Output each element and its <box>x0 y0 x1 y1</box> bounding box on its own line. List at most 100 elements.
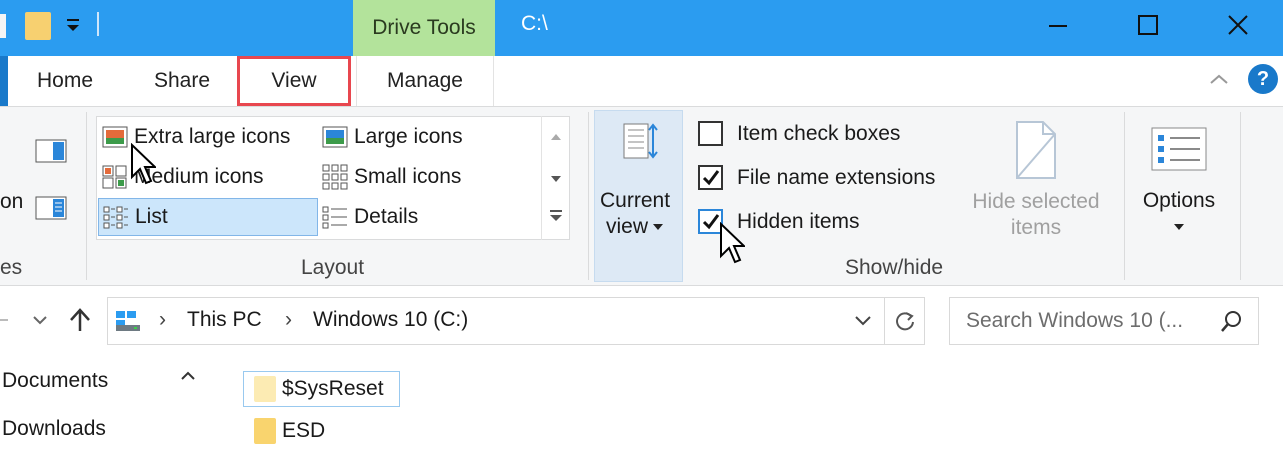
ribbon-separator <box>588 112 589 280</box>
layout-item-label: List <box>135 205 168 228</box>
mouse-cursor-icon <box>130 142 158 187</box>
current-view-label-line2: view <box>606 215 664 239</box>
gallery-scroll-down-button[interactable] <box>549 172 563 186</box>
chevron-up-icon <box>1210 74 1228 84</box>
navigation-pane-label-partial[interactable]: on <box>0 190 23 214</box>
nav-item-documents[interactable]: Documents <box>2 369 108 393</box>
checkmark-icon <box>702 213 719 229</box>
refresh-button[interactable] <box>884 297 924 345</box>
list-item[interactable]: ESD <box>243 413 400 449</box>
tab-manage[interactable]: Manage <box>356 56 494 106</box>
scroll-down-icon <box>551 176 561 182</box>
maximize-icon <box>1138 15 1158 35</box>
minimize-icon <box>1049 25 1067 27</box>
gallery-more-icon <box>550 210 562 221</box>
tab-share[interactable]: Share <box>132 56 232 106</box>
dropdown-arrow-icon <box>653 224 664 230</box>
hide-selected-label-line2: items <box>1010 216 1062 239</box>
folder-icon <box>254 376 276 402</box>
nav-pane-scroll-up-button[interactable] <box>179 368 197 384</box>
tab-home[interactable]: Home <box>15 56 115 106</box>
options-button[interactable]: Options <box>1134 189 1224 237</box>
current-view-label-text: view <box>606 215 649 238</box>
minimize-button[interactable] <box>1023 0 1093 50</box>
customize-quick-access-icon[interactable] <box>64 16 82 36</box>
scroll-up-icon <box>551 134 561 140</box>
chevron-down-icon <box>855 316 871 326</box>
gallery-more-button[interactable] <box>548 208 564 224</box>
search-icon[interactable] <box>1220 310 1244 334</box>
preview-pane-icon[interactable] <box>35 139 67 163</box>
drive-tools-contextual-tab[interactable]: Drive Tools <box>353 0 495 56</box>
layout-item-label: Large icons <box>354 125 463 148</box>
item-check-boxes-label[interactable]: Item check boxes <box>737 122 900 146</box>
folder-icon <box>254 418 276 444</box>
maximize-button[interactable] <box>1113 0 1183 50</box>
show-hide-group-label: Show/hide <box>845 256 944 279</box>
breadcrumb-this-pc[interactable]: This PC <box>187 308 262 332</box>
ribbon-separator <box>1240 112 1241 280</box>
large-icons-icon <box>322 126 348 148</box>
recent-locations-button[interactable] <box>31 313 49 327</box>
sort-by-icon <box>622 122 658 164</box>
properties-icon[interactable] <box>0 14 6 38</box>
window-title: C:\ <box>521 12 548 35</box>
mouse-cursor-icon <box>719 221 747 266</box>
close-button[interactable] <box>1203 0 1273 50</box>
forward-button[interactable] <box>0 310 12 330</box>
file-name-extensions-label[interactable]: File name extensions <box>737 166 935 190</box>
file-name: ESD <box>282 419 326 442</box>
layout-small-icons[interactable]: Small icons <box>322 158 538 196</box>
item-check-boxes-checkbox[interactable] <box>698 121 723 146</box>
hide-selected-items-button[interactable]: Hide selected items <box>963 189 1109 241</box>
list-item[interactable]: $SysReset <box>243 371 400 407</box>
tab-view[interactable]: View <box>237 56 351 106</box>
panes-group-label-partial: es <box>0 256 23 279</box>
checkmark-icon <box>702 169 719 185</box>
layout-item-label: Small icons <box>354 165 462 188</box>
layout-item-label: Details <box>354 205 419 228</box>
breadcrumb-windows-10-c[interactable]: Windows 10 (C:) <box>313 308 468 332</box>
gallery-scroll-up-button[interactable] <box>549 130 563 144</box>
forward-arrow-icon <box>0 319 8 321</box>
details-pane-icon[interactable] <box>35 196 67 220</box>
chevron-down-icon <box>33 316 47 325</box>
layout-group-label: Layout <box>301 256 365 279</box>
options-icon <box>1150 126 1208 172</box>
hide-selected-items-icon <box>1013 120 1059 180</box>
small-icons-icon <box>322 164 348 190</box>
collapse-ribbon-button[interactable] <box>1207 68 1231 92</box>
current-view-label: Current <box>600 189 671 212</box>
layout-list[interactable]: List <box>98 198 318 236</box>
file-name: $SysReset <box>282 377 384 400</box>
medium-icons-icon <box>102 165 127 189</box>
chevron-up-icon <box>181 371 195 380</box>
options-label: Options <box>1142 189 1216 212</box>
help-button[interactable]: ? <box>1248 64 1278 94</box>
extra-large-icons-icon <box>102 126 128 148</box>
breadcrumb-separator[interactable]: › <box>285 308 292 332</box>
search-placeholder[interactable]: Search Windows 10 (... <box>966 309 1183 333</box>
help-icon: ? <box>1256 67 1270 90</box>
list-icon <box>103 206 128 229</box>
breadcrumb-separator[interactable]: › <box>159 308 166 332</box>
ribbon-separator <box>86 112 87 280</box>
new-folder-icon[interactable] <box>25 12 51 40</box>
hide-selected-label: Hide selected <box>972 190 1100 213</box>
ribbon-separator <box>1124 112 1125 280</box>
refresh-icon <box>895 312 914 331</box>
quick-access-divider <box>97 12 99 36</box>
file-name-extensions-checkbox[interactable] <box>698 165 723 190</box>
drive-icon <box>114 307 142 333</box>
up-button[interactable] <box>66 306 94 334</box>
up-arrow-icon <box>70 308 90 331</box>
layout-details[interactable]: Details <box>322 198 538 236</box>
layout-large-icons[interactable]: Large icons <box>322 118 538 156</box>
address-history-button[interactable] <box>853 313 873 329</box>
close-icon <box>1228 15 1248 35</box>
file-tab[interactable] <box>0 56 8 106</box>
layout-item-label: Extra large icons <box>134 125 291 148</box>
details-icon <box>322 206 347 229</box>
hidden-items-label[interactable]: Hidden items <box>737 210 860 234</box>
nav-item-downloads[interactable]: Downloads <box>2 417 106 441</box>
